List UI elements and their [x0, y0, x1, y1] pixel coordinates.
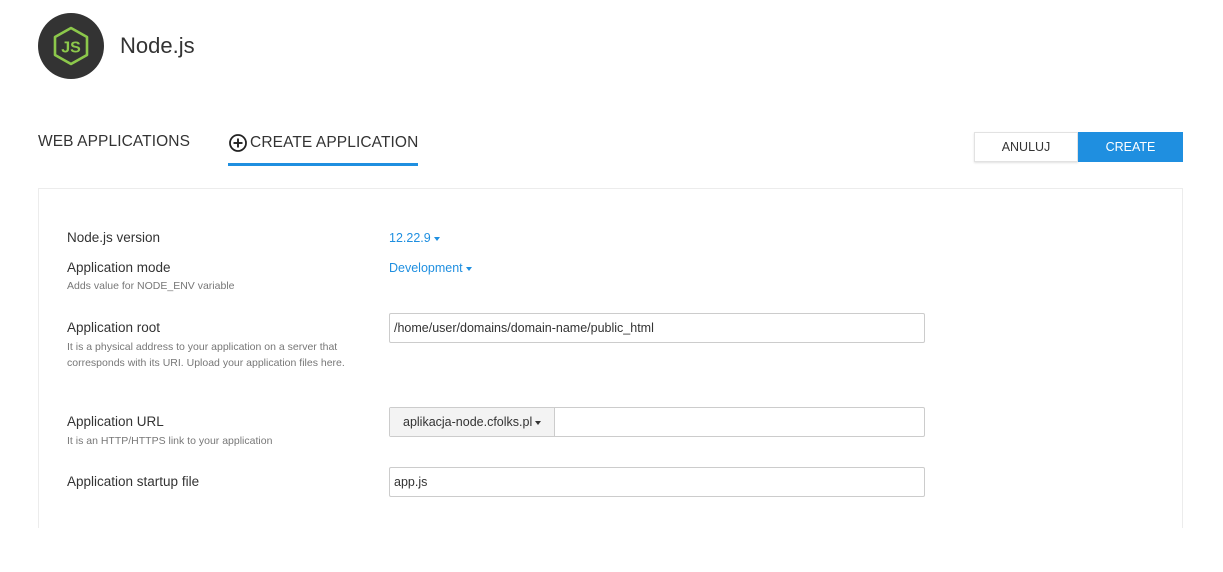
app-url-row: Application URL It is an HTTP/HTTPS link…: [67, 407, 1182, 450]
app-mode-row: Application mode Adds value for NODE_ENV…: [67, 260, 1182, 295]
app-url-path-input[interactable]: [555, 408, 924, 436]
tab-label: WEB APPLICATIONS: [38, 133, 191, 150]
create-application-form: Node.js version 12.22.9 Application mode…: [38, 188, 1183, 528]
create-button[interactable]: CREATE: [1078, 132, 1183, 162]
svg-text:JS: JS: [61, 40, 81, 57]
app-mode-value: Development: [389, 261, 463, 275]
plus-circle-icon: [228, 133, 248, 153]
app-url-field: aplikacja-node.cfolks.pl: [389, 407, 925, 437]
app-mode-label: Application mode: [67, 260, 171, 275]
caret-down-icon: [433, 236, 440, 241]
app-mode-hint: Adds value for NODE_ENV variable: [67, 280, 235, 292]
cancel-button[interactable]: ANULUJ: [974, 132, 1078, 162]
domain-value: aplikacja-node.cfolks.pl: [403, 415, 533, 429]
app-url-hint: It is an HTTP/HTTPS link to your applica…: [67, 435, 273, 447]
app-root-hint: It is a physical address to your applica…: [67, 341, 345, 369]
node-version-label: Node.js version: [67, 230, 161, 245]
page-header: JS Node.js: [38, 13, 195, 79]
startup-file-row: Application startup file app.js: [67, 467, 1182, 497]
app-root-input[interactable]: /home/user/domains/domain-name/public_ht…: [389, 313, 925, 343]
tab-bar: WEB APPLICATIONS CREATE APPLICATION: [38, 126, 419, 166]
startup-file-input[interactable]: app.js: [389, 467, 925, 497]
node-version-row: Node.js version 12.22.9: [67, 230, 1182, 245]
node-version-dropdown[interactable]: 12.22.9: [389, 231, 440, 245]
nodejs-icon: JS: [38, 13, 104, 79]
tab-create-application[interactable]: CREATE APPLICATION: [228, 126, 419, 166]
tab-web-applications[interactable]: WEB APPLICATIONS: [38, 126, 190, 161]
caret-down-icon: [465, 266, 472, 271]
page-title: Node.js: [120, 33, 195, 58]
caret-down-icon: [535, 420, 542, 425]
form-actions: ANULUJ CREATE: [974, 132, 1183, 162]
domain-dropdown[interactable]: aplikacja-node.cfolks.pl: [390, 408, 556, 436]
app-root-row: Application root It is a physical addres…: [67, 313, 1182, 371]
node-version-value: 12.22.9: [389, 231, 431, 245]
tab-label: CREATE APPLICATION: [250, 134, 419, 151]
app-mode-dropdown[interactable]: Development: [389, 261, 472, 275]
